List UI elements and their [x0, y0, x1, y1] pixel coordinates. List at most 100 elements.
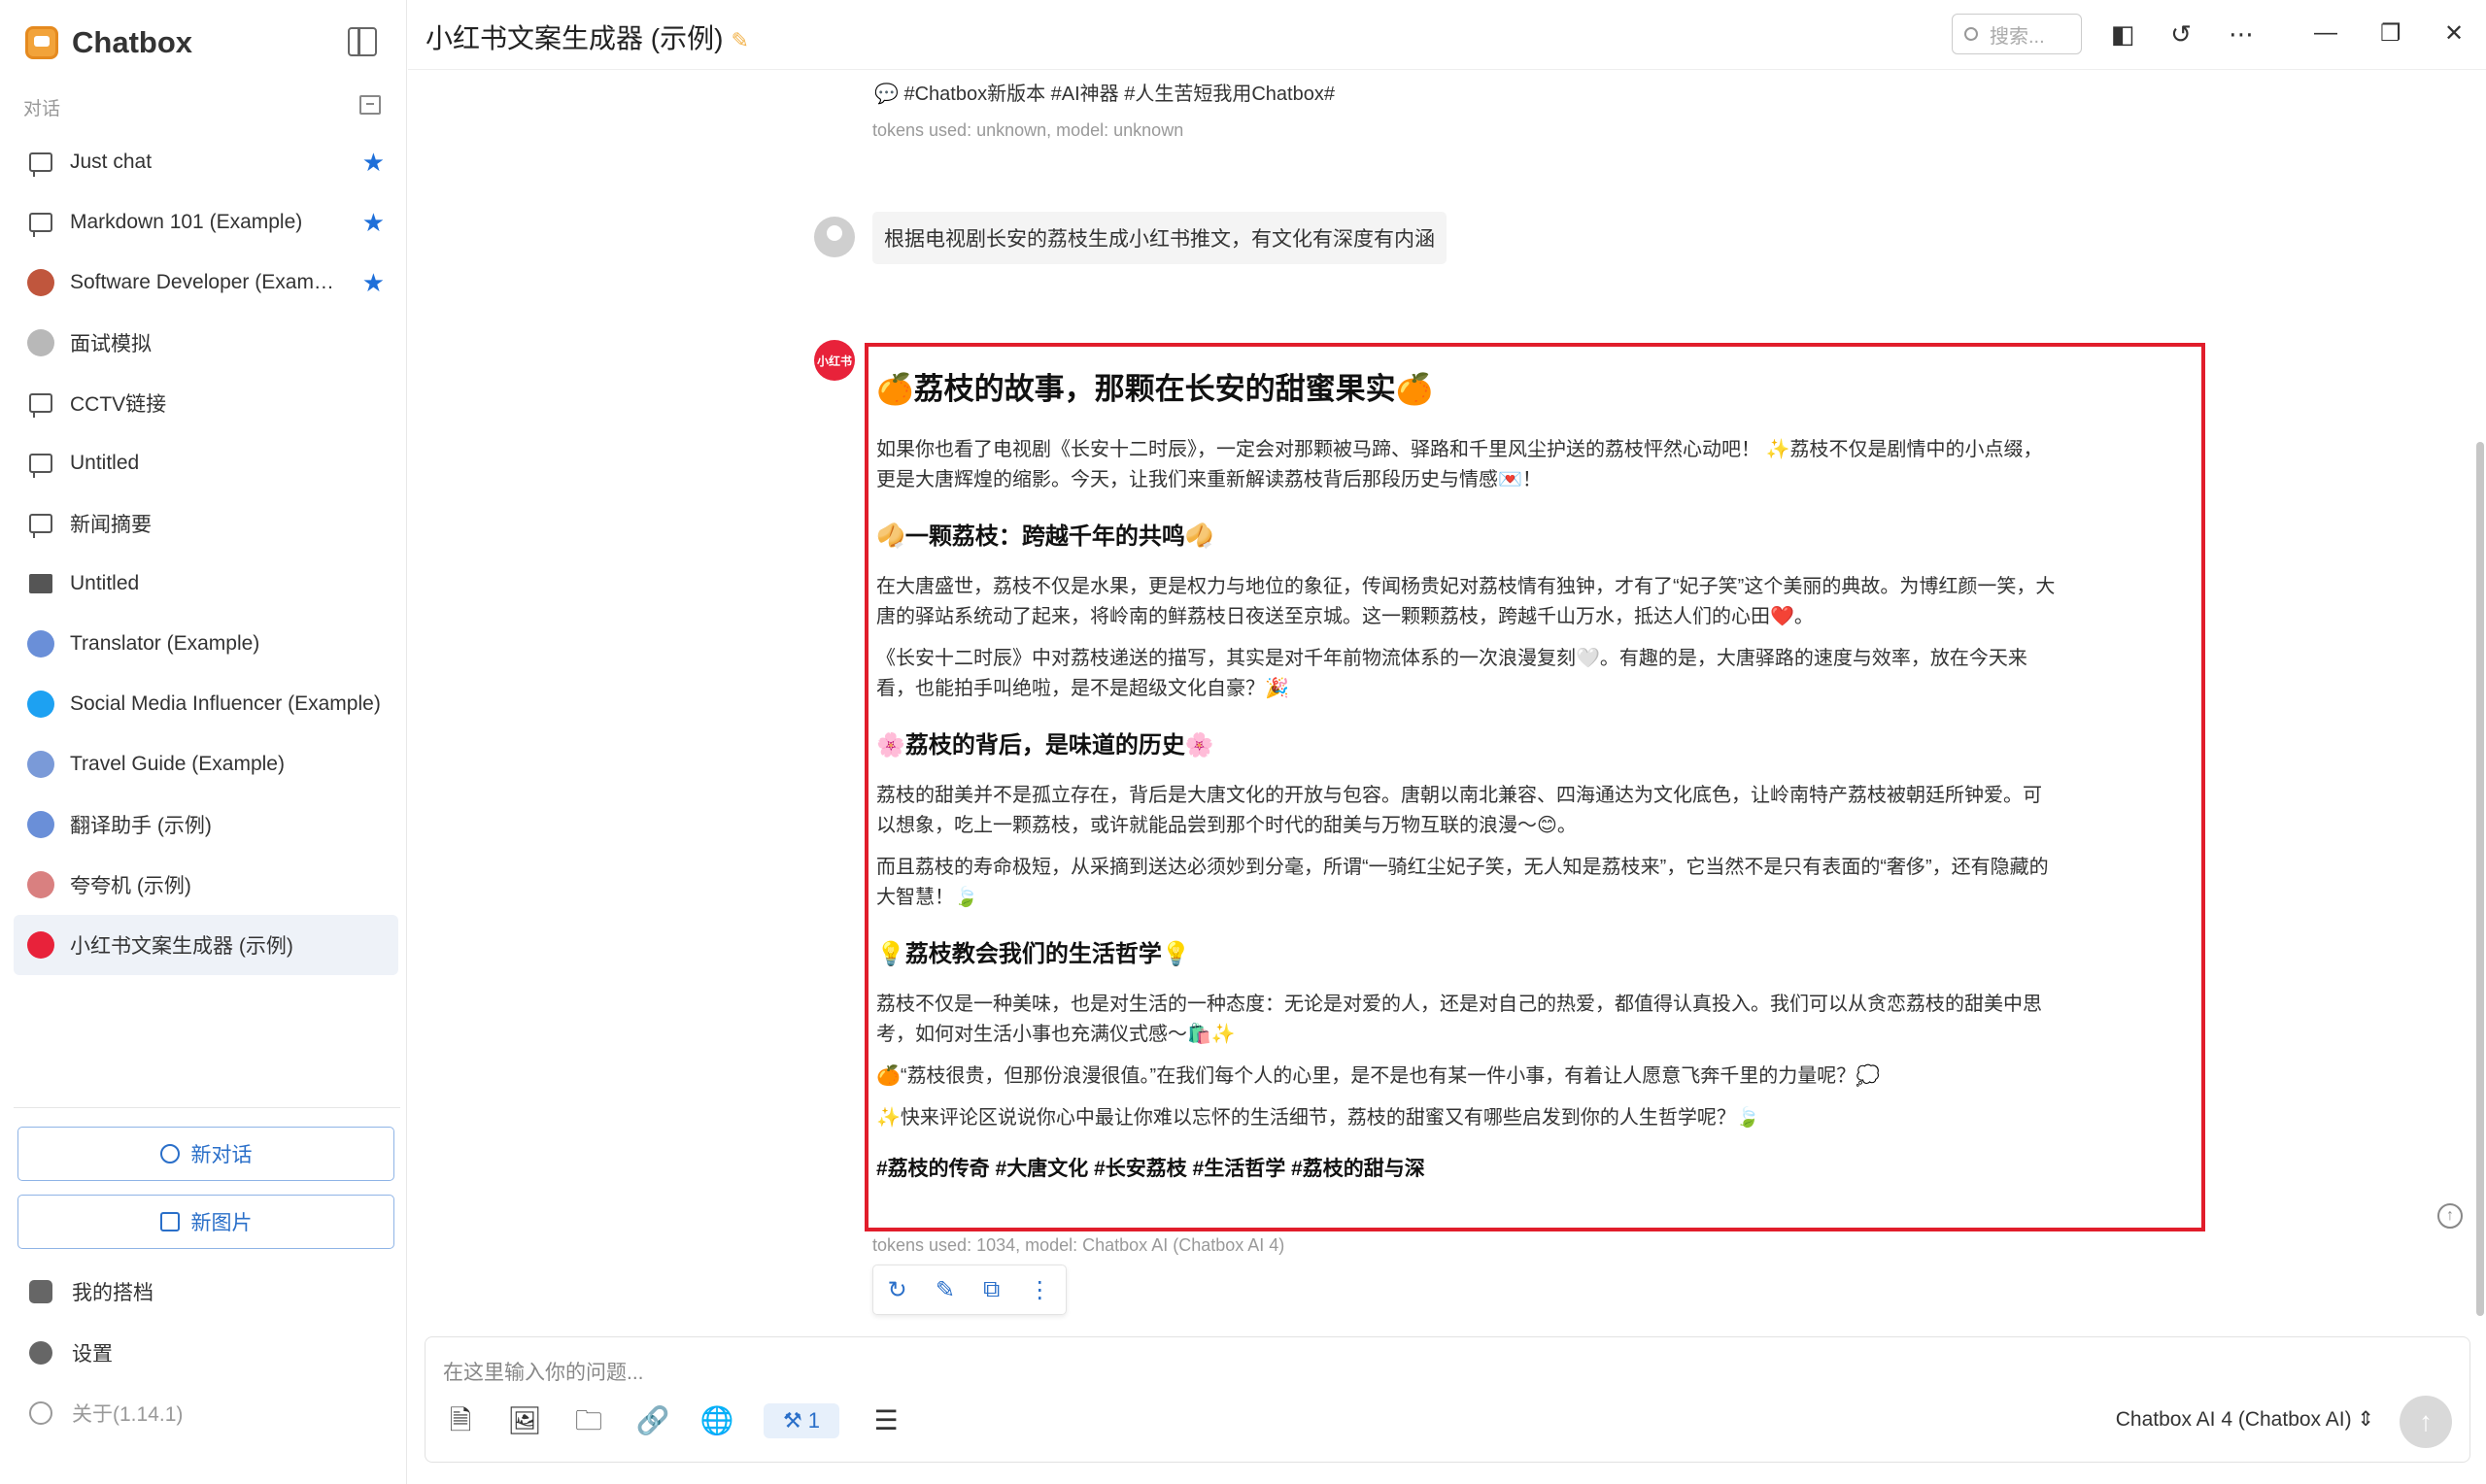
answer-paragraph: 如果你也看了电视剧《长安十二时辰》，一定会对那颗被马蹄、驿路和千里风尘护送的荔枝…: [876, 439, 2043, 490]
close-window-icon[interactable]: ✕: [2444, 19, 2464, 48]
scroll-up-icon[interactable]: ↑: [2437, 1203, 2463, 1229]
answer-paragraph: 而且荔枝的寿命极短，从采摘到送达必须妙到分毫，所谓“一骑红尘妃子笑，无人知是荔枝…: [876, 857, 2049, 908]
about-item[interactable]: 关于(1.14.1): [29, 1399, 183, 1428]
send-button[interactable]: ↑: [2400, 1396, 2452, 1448]
answer-paragraph: 荔枝不仅是一种美味，也是对生活的一种态度：无论是对爱的人，还是对自己的热爱，都值…: [876, 994, 2042, 1045]
gear-icon: [29, 1341, 52, 1365]
edit-icon[interactable]: ✎: [936, 1276, 955, 1304]
star-icon[interactable]: ★: [362, 208, 385, 238]
conversation-item[interactable]: Social Media Influencer (Example): [14, 674, 398, 734]
conversation-label: Travel Guide (Example): [70, 753, 285, 775]
attach-image-icon[interactable]: 🖼: [507, 1403, 542, 1438]
attach-file-icon[interactable]: 🗎: [443, 1403, 478, 1438]
conversation-item[interactable]: Translator (Example): [14, 614, 398, 674]
conversation-label: Social Media Influencer (Example): [70, 692, 381, 715]
star-icon[interactable]: ★: [362, 148, 385, 178]
answer-heading: 🍊荔枝的故事，那颗在长安的甜蜜果实🍊: [876, 372, 1434, 406]
prev-hashtags-text: #Chatbox新版本 #AI神器 #人生苦短我用Chatbox#: [903, 84, 1335, 105]
my-partner-item[interactable]: 我的搭档: [29, 1277, 153, 1306]
page-title-text: 小红书文案生成器 (示例): [426, 23, 724, 53]
copy-icon[interactable]: ⧉: [983, 1276, 1000, 1303]
previous-message-hashtags: 💬 #Chatbox新版本 #AI神器 #人生苦短我用Chatbox#: [874, 78, 1335, 106]
minimize-window-icon[interactable]: —: [2314, 19, 2337, 47]
edit-title-icon[interactable]: ✎: [731, 28, 748, 52]
new-image-button[interactable]: 新图片: [17, 1195, 394, 1249]
conversation-item[interactable]: 面试模拟: [14, 313, 398, 373]
chat-scrollbar[interactable]: [2476, 442, 2484, 1316]
chat-icon: [27, 389, 54, 418]
answer-paragraph: 在大唐盛世，荔枝不仅是水果，更是权力与地位的象征，传闻杨贵妃对荔枝情有独钟，才有…: [876, 576, 2056, 627]
conversation-item[interactable]: 夸夸机 (示例): [14, 855, 398, 915]
history-icon[interactable]: ↺: [2166, 19, 2196, 49]
about-label: 关于(1.14.1): [72, 1403, 184, 1426]
user-avatar-icon: [27, 329, 54, 356]
xiaohongshu-avatar-icon: [27, 931, 54, 959]
chatbox-logo-icon: [25, 26, 58, 59]
conversation-item[interactable]: Travel Guide (Example): [14, 734, 398, 794]
conversation-label: 小红书文案生成器 (示例): [70, 935, 293, 958]
page-title[interactable]: 小红书文案生成器 (示例) ✎: [426, 17, 749, 56]
answer-paragraph: ✨快来评论区说说你心中最让你难以忘怀的生活细节，荔枝的甜蜜又有哪些启发到你的人生…: [876, 1107, 1760, 1129]
settings-sliders-icon[interactable]: ☰: [868, 1403, 903, 1438]
sidebar: Chatbox 对话 Just chat ★ Markdown 101 (Examp…: [0, 0, 407, 1484]
answer-subheading: 🌸荔枝的背后，是味道的历史🌸: [876, 732, 1214, 759]
developer-avatar-icon: [27, 269, 54, 296]
brand: Chatbox: [25, 21, 192, 64]
new-chat-button[interactable]: 新对话: [17, 1127, 394, 1181]
conversation-label: Untitled: [70, 572, 140, 594]
conversation-item[interactable]: Markdown 101 (Example) ★: [14, 192, 398, 253]
more-vertical-icon[interactable]: ⋮: [1028, 1276, 1051, 1304]
conversation-item[interactable]: CCTV链接: [14, 373, 398, 433]
plus-circle-icon: [159, 1144, 180, 1164]
restore-window-icon[interactable]: ❐: [2380, 19, 2401, 48]
chat-icon: [27, 450, 54, 478]
conversation-item[interactable]: Untitled: [14, 554, 398, 614]
conversation-item[interactable]: Untitled: [14, 433, 398, 493]
conversation-label: Translator (Example): [70, 632, 260, 655]
new-chat-label: 新对话: [190, 1144, 253, 1166]
settings-item[interactable]: 设置: [29, 1338, 113, 1367]
clear-conversations-icon[interactable]: [359, 95, 381, 115]
model-selector[interactable]: Chatbox AI 4 (Chatbox AI) ⇕: [2116, 1407, 2374, 1432]
conversation-item[interactable]: 小红书文案生成器 (示例): [14, 915, 398, 975]
link-icon[interactable]: 🔗: [635, 1403, 670, 1438]
search-input[interactable]: 搜索...: [1952, 14, 2082, 54]
bot-avatar: 小红书: [814, 340, 855, 381]
more-options-icon[interactable]: ⋯: [2227, 19, 2256, 49]
conversation-label: 面试模拟: [70, 333, 152, 355]
folder-icon[interactable]: 🗀: [571, 1403, 606, 1438]
conversation-label: Untitled: [70, 452, 140, 474]
answer-meta: tokens used: 1034, model: Chatbox AI (Ch…: [872, 1235, 1285, 1255]
image-icon: [27, 570, 54, 597]
hammer-icon: ⚒: [782, 1408, 802, 1433]
message-input[interactable]: 在这里输入你的问题...: [443, 1357, 644, 1386]
speech-bubble-icon: 💬: [874, 84, 899, 105]
conversation-label: Just chat: [70, 151, 153, 173]
translator-avatar-icon: [27, 811, 54, 838]
conversation-item[interactable]: 新闻摘要: [14, 493, 398, 554]
add-image-icon: [159, 1212, 180, 1231]
conversation-item[interactable]: 翻译助手 (示例): [14, 794, 398, 855]
layout-toggle-icon[interactable]: ◧: [2108, 19, 2137, 49]
conversation-item[interactable]: Just chat ★: [14, 132, 398, 192]
regenerate-icon[interactable]: ↻: [888, 1276, 907, 1304]
conversation-label: CCTV链接: [70, 393, 167, 416]
tools-count: 1: [807, 1408, 821, 1433]
conversation-label: 新闻摘要: [70, 514, 152, 536]
web-search-icon[interactable]: 🌐: [699, 1403, 734, 1438]
info-icon: [29, 1401, 52, 1425]
previous-message-meta: tokens used: unknown, model: unknown: [872, 120, 1184, 140]
tools-button[interactable]: ⚒ 1: [764, 1403, 839, 1438]
collapse-sidebar-icon[interactable]: [348, 27, 377, 56]
search-icon: [1964, 27, 1978, 41]
star-icon[interactable]: ★: [362, 268, 385, 298]
message-input-box[interactable]: 在这里输入你的问题... 🗎 🖼 🗀 🔗 🌐 ⚒ 1 ☰ Chatbox AI …: [425, 1336, 2470, 1463]
conversation-item[interactable]: Software Developer (Exam… ★: [14, 253, 398, 313]
globe-avatar-icon: [27, 751, 54, 778]
answer-hashtags: #荔枝的传奇 #大唐文化 #长安荔枝 #生活哲学 #荔枝的甜与深: [876, 1158, 1425, 1180]
twitter-avatar-icon: [27, 691, 54, 718]
section-label: 对话: [23, 99, 61, 119]
flower-avatar-icon: [27, 871, 54, 898]
answer-subheading: 🥠一颗荔枝：跨越千年的共鸣🥠: [876, 523, 1214, 550]
chat-icon: [27, 149, 54, 177]
